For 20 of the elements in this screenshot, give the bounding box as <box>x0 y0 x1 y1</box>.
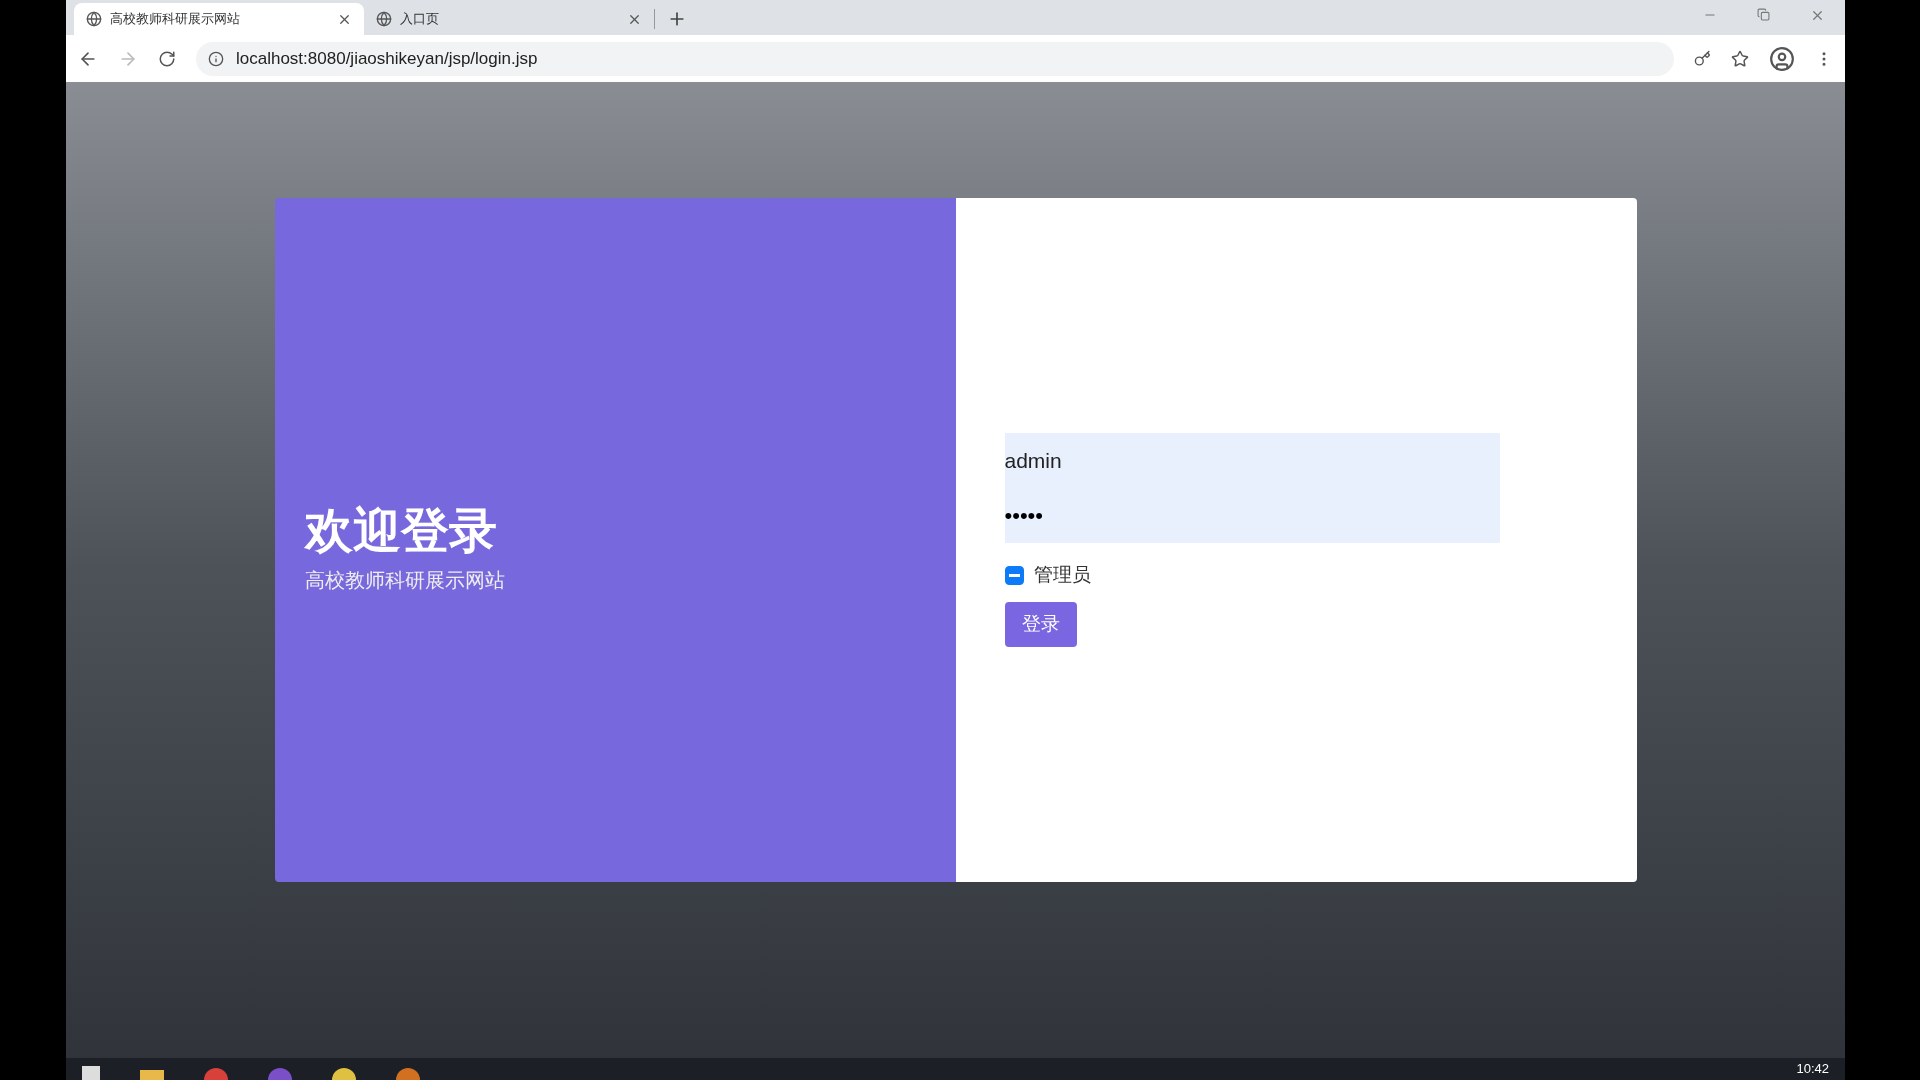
username-field[interactable]: admin <box>1004 433 1500 488</box>
login-button[interactable]: 登录 <box>1004 601 1077 647</box>
globe-icon <box>376 11 392 27</box>
welcome-title: 欢迎登录 <box>304 503 498 559</box>
close-window-icon[interactable] <box>1810 8 1825 23</box>
star-icon[interactable] <box>1731 49 1749 68</box>
password-field[interactable]: ••••• <box>1004 488 1500 543</box>
key-icon[interactable] <box>1694 50 1711 67</box>
browser-tab[interactable]: 高校教师科研展示网站 <box>74 3 364 35</box>
reload-icon[interactable] <box>158 49 176 68</box>
address-bar[interactable]: localhost:8080/jiaoshikeyan/jsp/login.jsp <box>196 41 1674 76</box>
browser-tab[interactable]: 入口页 <box>364 3 654 35</box>
role-checkbox[interactable] <box>1004 565 1024 585</box>
clock: 10:42 <box>1796 1060 1829 1079</box>
restore-icon[interactable] <box>1757 8 1770 21</box>
globe-icon <box>86 11 102 27</box>
welcome-subtitle: 高校教师科研展示网站 <box>304 568 506 593</box>
profile-icon[interactable] <box>1769 45 1795 72</box>
info-icon <box>208 50 224 67</box>
role-label: 管理员 <box>1033 563 1091 587</box>
